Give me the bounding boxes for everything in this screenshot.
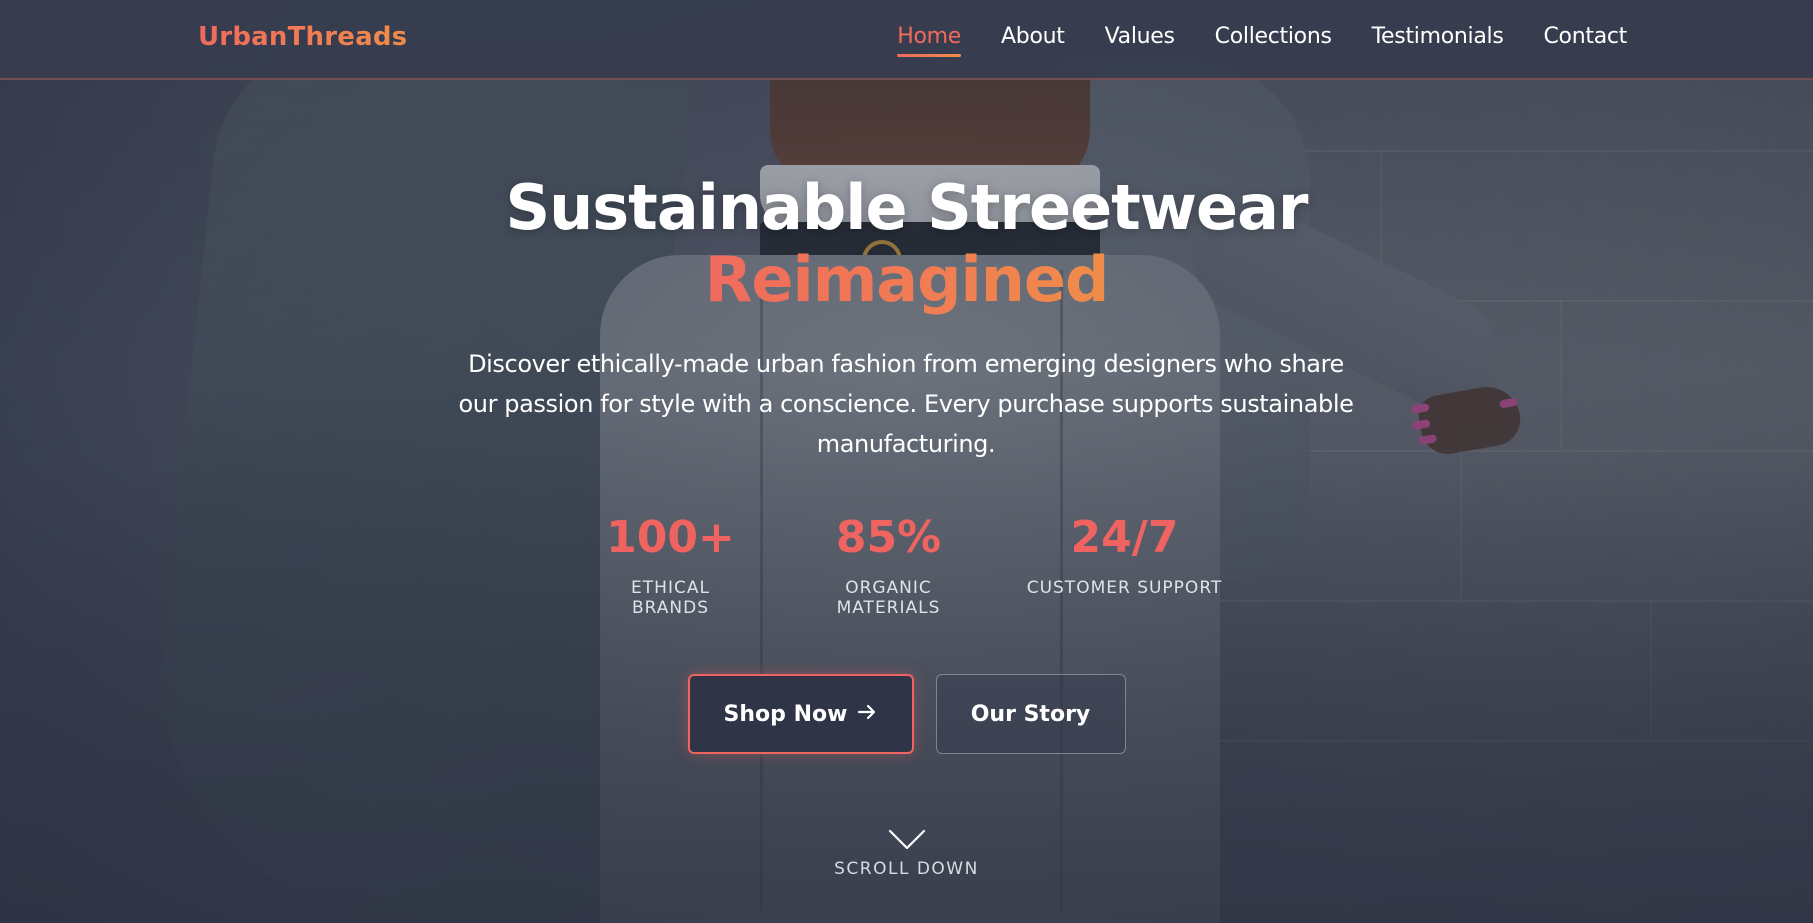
- hero-description: Discover ethically-made urban fashion fr…: [458, 350, 1354, 458]
- arrow-right-icon: [857, 702, 877, 727]
- stat-value: 100+: [606, 512, 735, 563]
- stat-value: 24/7: [1070, 512, 1179, 563]
- stat-customer-support: 24/7 CUSTOMER SUPPORT: [1027, 510, 1223, 618]
- nav-item-about[interactable]: About: [1001, 24, 1065, 57]
- scroll-down-label: SCROLL DOWN: [834, 859, 979, 879]
- stat-label: CUSTOMER SUPPORT: [1026, 578, 1223, 598]
- nav-item-contact[interactable]: Contact: [1544, 24, 1628, 57]
- stat-label: ORGANIC MATERIALS: [836, 578, 941, 618]
- shop-now-button[interactable]: Shop Now: [687, 674, 914, 754]
- stats-row: 100+ ETHICAL BRANDS 85% ORGANIC MATERIAL…: [0, 510, 1813, 618]
- nav-item-values[interactable]: Values: [1105, 24, 1175, 57]
- hero-title: Sustainable Streetwear: [505, 171, 1308, 244]
- nav-item-home[interactable]: Home: [897, 24, 961, 57]
- nav-item-collections[interactable]: Collections: [1215, 24, 1332, 57]
- stat-organic-materials: 85% ORGANIC MATERIALS: [791, 510, 987, 618]
- chevron-down-icon: [887, 828, 927, 852]
- stat-ethical-brands: 100+ ETHICAL BRANDS: [591, 510, 751, 618]
- stat-value: 85%: [835, 512, 942, 563]
- stat-label: ETHICAL BRANDS: [631, 578, 710, 618]
- hero-title-accent: Reimagined: [0, 244, 1813, 316]
- hero-buttons: Shop Now Our Story: [0, 674, 1813, 754]
- brand-logo[interactable]: UrbanThreads: [198, 22, 407, 52]
- hero-section: Sustainable Streetwear Reimagined Discov…: [0, 0, 1813, 923]
- hero-title-accent-text: Reimagined: [704, 243, 1110, 316]
- nav-menu: Home About Values Collections Testimonia…: [897, 24, 1627, 57]
- navbar: UrbanThreads Home About Values Collectio…: [0, 0, 1813, 80]
- scroll-down-indicator[interactable]: SCROLL DOWN: [0, 828, 1813, 879]
- nav-item-testimonials[interactable]: Testimonials: [1372, 24, 1504, 57]
- our-story-button[interactable]: Our Story: [935, 674, 1126, 754]
- shop-now-label: Shop Now: [723, 701, 848, 727]
